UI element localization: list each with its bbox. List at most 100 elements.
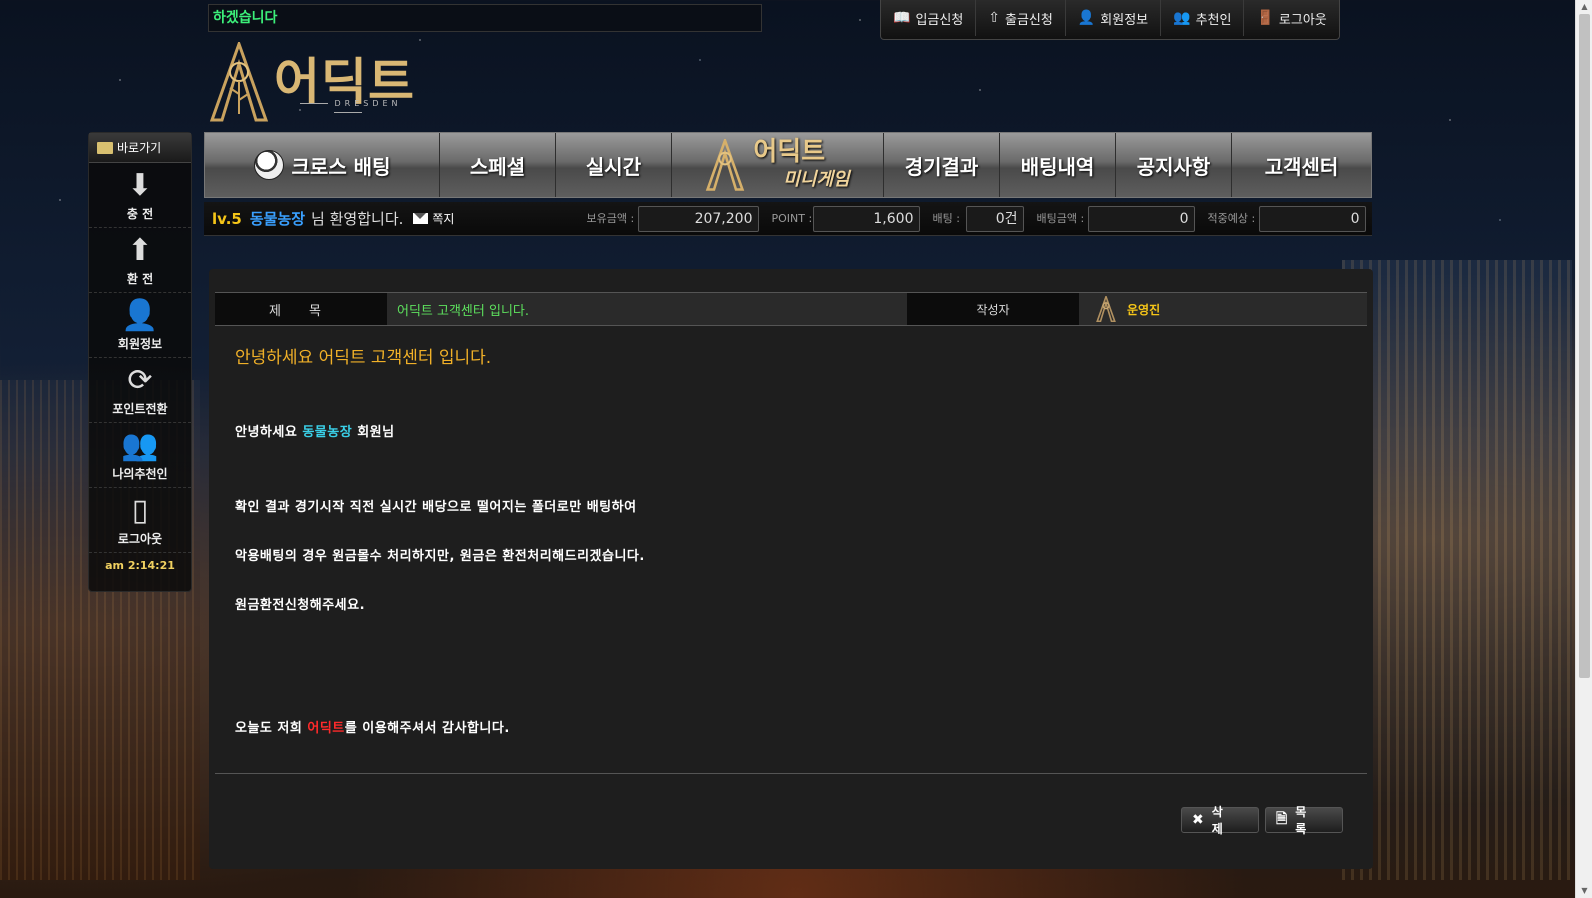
page-scrollbar[interactable]: ▲ ▼ (1575, 0, 1592, 898)
menu-minigame-sub: 미니게임 (783, 169, 850, 190)
bet-count-stat: 배팅 : 0건 (932, 205, 1025, 232)
sidebar-item-my-referrer[interactable]: 👥 나의추천인 (89, 423, 191, 488)
author-cell: 운영진 (1079, 293, 1367, 325)
menu-minigame-title: 어딕트 (753, 137, 826, 167)
menu-special-label: 스페셜 (469, 154, 526, 179)
topnav-deposit[interactable]: 📖 입금신청 (881, 0, 977, 36)
list-button[interactable]: 🗎 목 록 (1265, 805, 1343, 836)
close-x-icon: ✖ (1192, 812, 1204, 828)
bet-amount-value: 0 (1088, 205, 1196, 232)
user-icon: 👤 (1077, 10, 1096, 26)
bet-count-value: 0건 (966, 205, 1025, 232)
topnav-member-info-label: 회원정보 (1100, 12, 1149, 28)
bet-amount-stat: 배팅금액 : 0 (1036, 205, 1196, 232)
menu-results-label: 경기결과 (904, 154, 979, 179)
post-heading: 안녕하세요 어딕트 고객센터 입니다. (235, 348, 492, 368)
scroll-up-arrow-icon[interactable]: ▲ (1576, 0, 1592, 14)
balance-label: 보유금액 : (586, 211, 635, 225)
username: 동물농장 (249, 210, 306, 228)
message-link[interactable]: 쪽지 (413, 210, 454, 227)
greeting-suffix: 회원님 (352, 425, 395, 440)
post-greeting: 안녕하세요 동물농장 회원님 (235, 421, 395, 440)
sidebar-item-charge[interactable]: ⬇ 충 전 (89, 163, 191, 228)
topnav-logout-label: 로그아웃 (1278, 12, 1327, 28)
post-title: 어딕트 고객센터 입니다. (387, 293, 907, 325)
author-label: 작성자 (907, 293, 1079, 325)
expected-win-stat: 적중예상 : 0 (1207, 205, 1367, 232)
author-avatar-icon (1096, 296, 1116, 322)
greeting-prefix: 안녕하세요 (235, 425, 303, 440)
welcome-text: 님 환영합니다. (311, 210, 404, 228)
folder-icon (97, 141, 113, 154)
post-footer-divider (215, 773, 1367, 774)
bet-count-label: 배팅 : (932, 211, 960, 225)
door-icon: ▯ (131, 492, 149, 528)
users-group-icon: 👥 (1173, 10, 1191, 26)
balance-value: 207,200 (638, 205, 760, 232)
top-nav: 📖 입금신청 ⇧ 출금신청 👤 회원정보 👥 추천인 🚪 로그아웃 (880, 0, 1340, 40)
menu-live-label: 실시간 (585, 154, 642, 179)
post-author: 운영진 (1127, 302, 1161, 317)
sidebar-item-label: 충 전 (126, 206, 154, 221)
sidebar-item-member-info[interactable]: 👤 회원정보 (89, 293, 191, 358)
notice-ticker: 하겠습니다 (208, 4, 762, 32)
post-closing: 오늘도 저희 어딕트를 이용해주셔서 감사합니다. (235, 717, 510, 736)
point-value: 1,600 (813, 205, 921, 232)
menu-support[interactable]: 고객센터 (1232, 133, 1371, 197)
charge-download-icon: ⬇ (127, 167, 153, 203)
clock: am 2:14:21 (105, 559, 175, 572)
menu-bet-history-label: 배팅내역 (1020, 154, 1095, 179)
quick-sidebar: 바로가기 ⬇ 충 전 ⬆ 환 전 👤 회원정보 ⟳ 포인트전환 👥 나의추천인 … (88, 132, 192, 592)
closing-prefix: 오늘도 저희 (235, 721, 308, 736)
topnav-member-info[interactable]: 👤 회원정보 (1066, 0, 1162, 36)
topnav-withdraw[interactable]: ⇧ 출금신청 (976, 0, 1066, 36)
menu-results[interactable]: 경기결과 (884, 133, 1000, 197)
refresh-icon: ⟳ (127, 362, 153, 398)
topnav-withdraw-label: 출금신청 (1005, 12, 1053, 28)
deposit-book-icon: 📖 (893, 10, 911, 26)
scrollbar-thumb[interactable] (1579, 14, 1590, 678)
menu-notice[interactable]: 공지사항 (1116, 133, 1232, 197)
site-logo[interactable]: 어딕트 DRESDEN (208, 40, 418, 124)
menu-special[interactable]: 스페셜 (440, 133, 556, 197)
menu-live[interactable]: 실시간 (556, 133, 672, 197)
sidebar-header: 바로가기 (89, 133, 191, 163)
expected-win-value: 0 (1259, 205, 1367, 232)
post-line-2: 악용배팅의 경우 원금몰수 처리하지만, 원금은 환전처리해드리겠습니다. (235, 549, 645, 564)
message-label: 쪽지 (432, 212, 455, 226)
menu-cross-betting[interactable]: 크로스 배팅 (205, 133, 440, 197)
balance-stat: 보유금액 : 207,200 (586, 205, 760, 232)
sidebar-item-logout[interactable]: ▯ 로그아웃 (89, 488, 191, 553)
sidebar-item-label: 포인트전환 (112, 401, 168, 416)
users-group-icon: 👥 (121, 427, 159, 463)
sidebar-item-label: 환 전 (126, 271, 154, 286)
topnav-deposit-label: 입금신청 (915, 12, 964, 28)
topnav-referrer-label: 추천인 (1195, 12, 1232, 28)
topnav-logout[interactable]: 🚪 로그아웃 (1244, 0, 1338, 36)
envelope-icon (413, 213, 429, 224)
menu-minigame[interactable]: 어딕트 미니게임 (672, 133, 884, 197)
withdraw-upload-icon: ⇧ (988, 10, 1001, 26)
topnav-referrer[interactable]: 👥 추천인 (1161, 0, 1245, 36)
expected-win-label: 적중예상 : (1207, 211, 1256, 225)
sidebar-title: 바로가기 (117, 141, 162, 155)
soccer-ball-icon (253, 150, 284, 180)
greeting-username: 동물농장 (302, 425, 353, 440)
menu-notice-label: 공지사항 (1136, 154, 1211, 179)
main-menu: 크로스 배팅 스페셜 실시간 어딕트 미니게임 경기결과 배팅내역 공지사항 고… (204, 132, 1372, 198)
scroll-down-arrow-icon[interactable]: ▼ (1576, 884, 1592, 898)
closing-brand: 어딕트 (307, 721, 345, 736)
point-label: POINT : (771, 211, 813, 225)
delete-button[interactable]: ✖ 삭 제 (1181, 805, 1259, 836)
sidebar-item-point-convert[interactable]: ⟳ 포인트전환 (89, 358, 191, 423)
delete-button-label: 삭 제 (1211, 805, 1227, 836)
menu-support-label: 고객센터 (1264, 154, 1339, 179)
document-icon: 🗎 (1276, 811, 1288, 827)
point-stat: POINT : 1,600 (771, 205, 921, 232)
post-line-1: 확인 결과 경기시작 직전 실시간 배당으로 떨어지는 폴더로만 배팅하여 (235, 500, 637, 515)
sidebar-item-exchange[interactable]: ⬆ 환 전 (89, 228, 191, 293)
post-view: 제 목 어딕트 고객센터 입니다. 작성자 운영진 안녕하세요 어딕트 고객센터… (209, 269, 1373, 869)
bet-amount-label: 배팅금액 : (1036, 211, 1085, 225)
menu-bet-history[interactable]: 배팅내역 (1000, 133, 1116, 197)
post-line-3: 원금환전신청해주세요. (235, 598, 366, 613)
